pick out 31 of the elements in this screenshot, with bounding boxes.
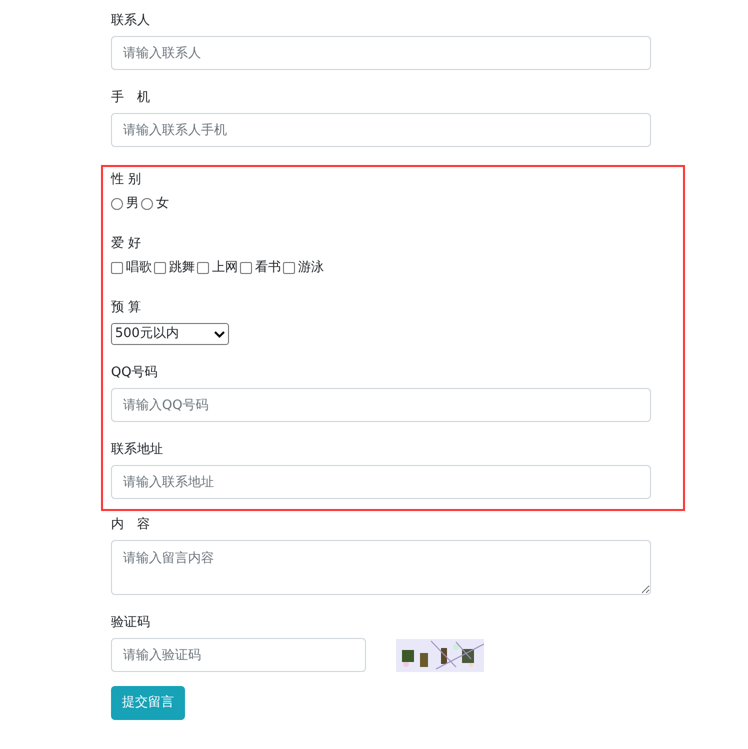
option-label: 游泳 [298,259,324,277]
budget-select[interactable]: 500元以内 [111,323,229,345]
checkbox[interactable] [154,262,166,274]
option-label: 唱歌 [126,259,152,277]
input-field[interactable]: 请输入验证码 [111,638,366,672]
option-label: 上网 [212,259,238,277]
field-label: 联系地址 [111,441,164,459]
checkbox[interactable] [197,262,209,274]
input-field[interactable]: 请输入QQ号码 [111,388,651,422]
field-label: 爱 好 [111,235,142,253]
radio-button[interactable] [111,198,123,210]
message-textarea[interactable]: 请输入留言内容 [111,540,651,595]
input-field[interactable]: 请输入联系地址 [111,465,651,499]
option-label: 跳舞 [169,259,195,277]
option-label: 看书 [255,259,281,277]
checkbox[interactable] [111,262,123,274]
radio-button[interactable] [141,198,153,210]
field-label: 验证码 [111,614,151,632]
option-label: 女 [156,195,169,213]
field-label: 联系人 [111,12,151,30]
field-label: 手 机 [111,89,151,107]
checkbox[interactable] [240,262,252,274]
field-label: QQ号码 [111,364,158,382]
field-label: 内 容 [111,516,151,534]
field-label: 预 算 [111,299,142,317]
option-label: 男 [126,195,139,213]
input-field[interactable]: 请输入联系人 [111,36,651,70]
chevron-icon [214,330,225,338]
field-label: 性 别 [111,171,142,189]
input-field[interactable]: 请输入联系人手机 [111,113,651,147]
checkbox[interactable] [283,262,295,274]
